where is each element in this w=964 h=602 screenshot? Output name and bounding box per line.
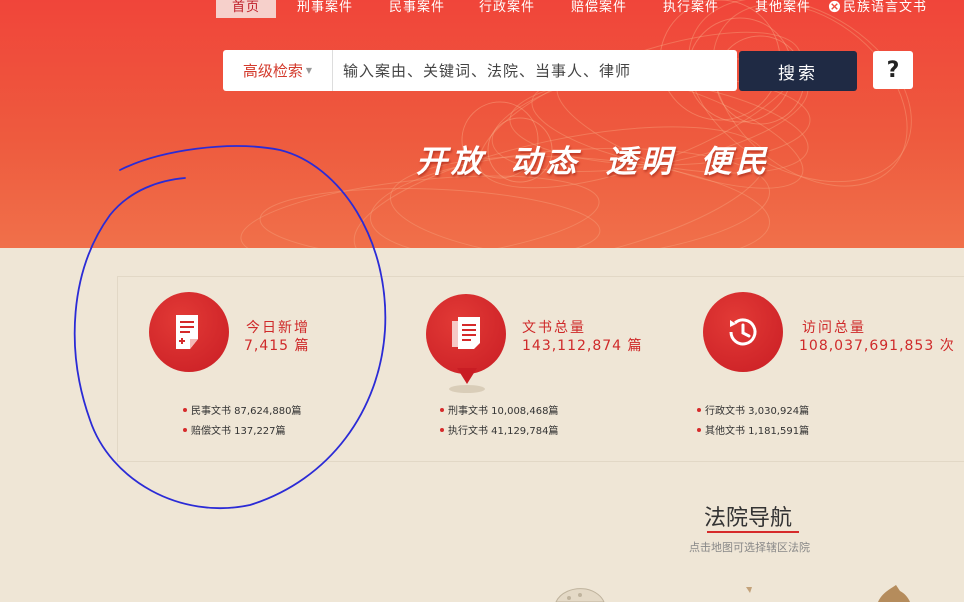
bullet-dot (440, 408, 444, 412)
ethnic-language-icon (828, 0, 841, 13)
bullet-dot (697, 408, 701, 412)
stat-sub-other-label: 其他文书 1,181,591篇 (705, 426, 810, 437)
nav-item-other[interactable]: 其他案件 (755, 0, 811, 18)
help-button[interactable]: ? (873, 51, 913, 89)
nav-item-ethnic-language[interactable]: 民族语言文书 (828, 0, 927, 18)
new-document-icon (149, 292, 229, 372)
stat-sub-civil: 民事文书 87,624,880篇 (183, 402, 301, 417)
court-nav-underline (707, 531, 799, 533)
stat-visits-title: 访问总量 (802, 320, 866, 336)
advanced-search-label: 高级检索 (242, 62, 303, 80)
china-map-preview[interactable] (0, 575, 964, 602)
stat-today-new-value: 7,415 篇 (244, 338, 310, 354)
clock-history-icon (703, 292, 783, 372)
banner-slogan: 开放 动态 透明 便民 (416, 144, 771, 180)
stat-sub-criminal-label: 刑事文书 10,008,468篇 (448, 406, 559, 417)
bullet-dot (697, 428, 701, 432)
nav-item-administrative[interactable]: 行政案件 (479, 0, 535, 18)
stat-sub-enforcement: 执行文书 41,129,784篇 (440, 422, 558, 437)
nav-item-enforcement[interactable]: 执行案件 (663, 0, 719, 18)
search-button[interactable]: 搜索 (739, 51, 857, 91)
bullet-dot (440, 428, 444, 432)
top-nav: 首页 刑事案件 民事案件 行政案件 赔偿案件 执行案件 其他案件 民族语言文书 (0, 0, 964, 18)
nav-item-home[interactable]: 首页 (216, 0, 277, 18)
pin-tail-icon (449, 368, 485, 393)
stat-visits-value: 108,037,691,853 次 (799, 338, 955, 354)
stat-sub-compensation-label: 赔偿文书 137,227篇 (191, 426, 286, 437)
nav-item-civil[interactable]: 民事案件 (389, 0, 445, 18)
stat-sub-other: 其他文书 1,181,591篇 (697, 422, 809, 437)
bullet-dot (183, 428, 187, 432)
stat-total-docs-value: 143,112,874 篇 (522, 338, 643, 354)
nav-item-ethnic-language-label: 民族语言文书 (843, 0, 928, 15)
stat-sub-administrative-label: 行政文书 3,030,924篇 (705, 406, 810, 417)
stat-sub-criminal: 刑事文书 10,008,468篇 (440, 402, 558, 417)
court-nav-subtitle: 点击地图可选择辖区法院 (689, 541, 810, 554)
nav-item-criminal[interactable]: 刑事案件 (297, 0, 353, 18)
stat-sub-administrative: 行政文书 3,030,924篇 (697, 402, 809, 417)
bullet-dot (183, 408, 187, 412)
court-nav-title: 法院导航 (704, 506, 793, 531)
caret-down-icon: ▼ (305, 66, 313, 75)
search-bar: 高级检索 ▼ (223, 50, 737, 91)
advanced-search-dropdown[interactable]: 高级检索 ▼ (223, 50, 333, 91)
search-input[interactable] (333, 50, 737, 91)
stat-today-new-title: 今日新增 (246, 320, 310, 336)
stat-total-docs-title: 文书总量 (522, 320, 586, 336)
header-banner: 首页 刑事案件 民事案件 行政案件 赔偿案件 执行案件 其他案件 民族语言文书 … (0, 0, 964, 248)
stat-sub-civil-label: 民事文书 87,624,880篇 (191, 406, 302, 417)
stat-sub-enforcement-label: 执行文书 41,129,784篇 (448, 426, 559, 437)
documents-pin-icon (426, 294, 506, 374)
nav-item-compensation[interactable]: 赔偿案件 (571, 0, 627, 18)
decorative-swirl (240, 0, 912, 248)
stat-sub-compensation: 赔偿文书 137,227篇 (183, 422, 286, 437)
